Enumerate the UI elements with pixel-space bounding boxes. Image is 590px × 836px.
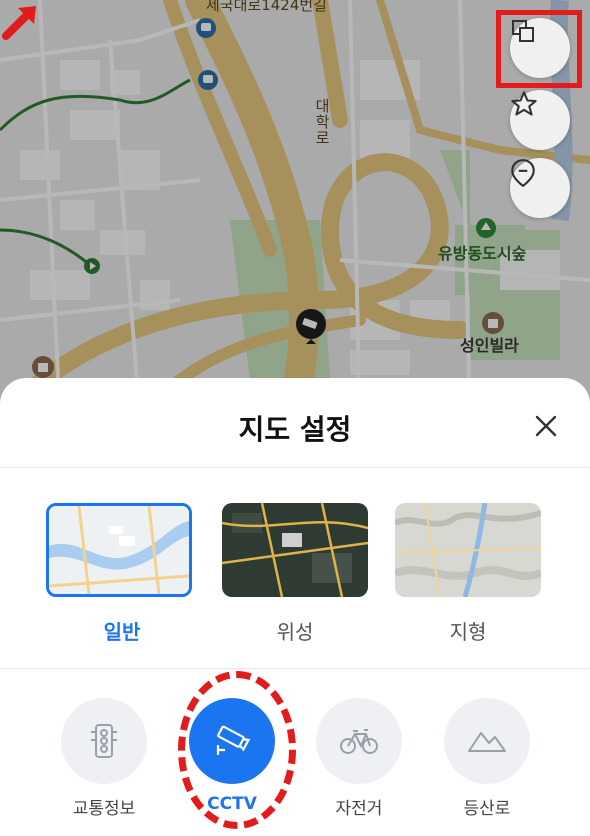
divider (0, 668, 590, 669)
traffic-toggle[interactable] (61, 698, 147, 784)
map-type-label: 지형 (449, 620, 487, 644)
bicycle-toggle[interactable] (316, 698, 402, 784)
favorites-button[interactable] (510, 90, 570, 150)
hiking-trail-toggle[interactable] (444, 698, 530, 784)
layer-label: 자전거 (335, 799, 383, 819)
map-type-label: 일반 (103, 620, 141, 644)
traffic-light-icon (91, 724, 117, 758)
close-icon (535, 415, 557, 437)
location-pin-icon (511, 159, 535, 188)
star-icon (511, 91, 537, 116)
map-settings-sheet: 지도 설정 일반 위성 지형 교통정보 CCTV 자전거 등산로 (0, 378, 590, 836)
sheet-title: 지도 설정 (238, 413, 352, 446)
map-type-label: 위성 (276, 620, 314, 644)
bicycle-icon (340, 729, 378, 754)
pointer-arrow-icon (2, 6, 36, 40)
my-location-button[interactable] (510, 158, 570, 218)
mountain-icon (468, 732, 506, 752)
divider (0, 467, 590, 468)
map-type-terrain[interactable] (395, 503, 541, 597)
layer-label: 등산로 (463, 799, 511, 819)
highlight-ring (178, 671, 296, 829)
map-type-normal[interactable] (46, 503, 192, 597)
highlight-box (496, 10, 582, 88)
map-type-satellite[interactable] (222, 503, 368, 597)
close-button[interactable] (528, 408, 564, 444)
layer-label: 교통정보 (72, 799, 136, 819)
